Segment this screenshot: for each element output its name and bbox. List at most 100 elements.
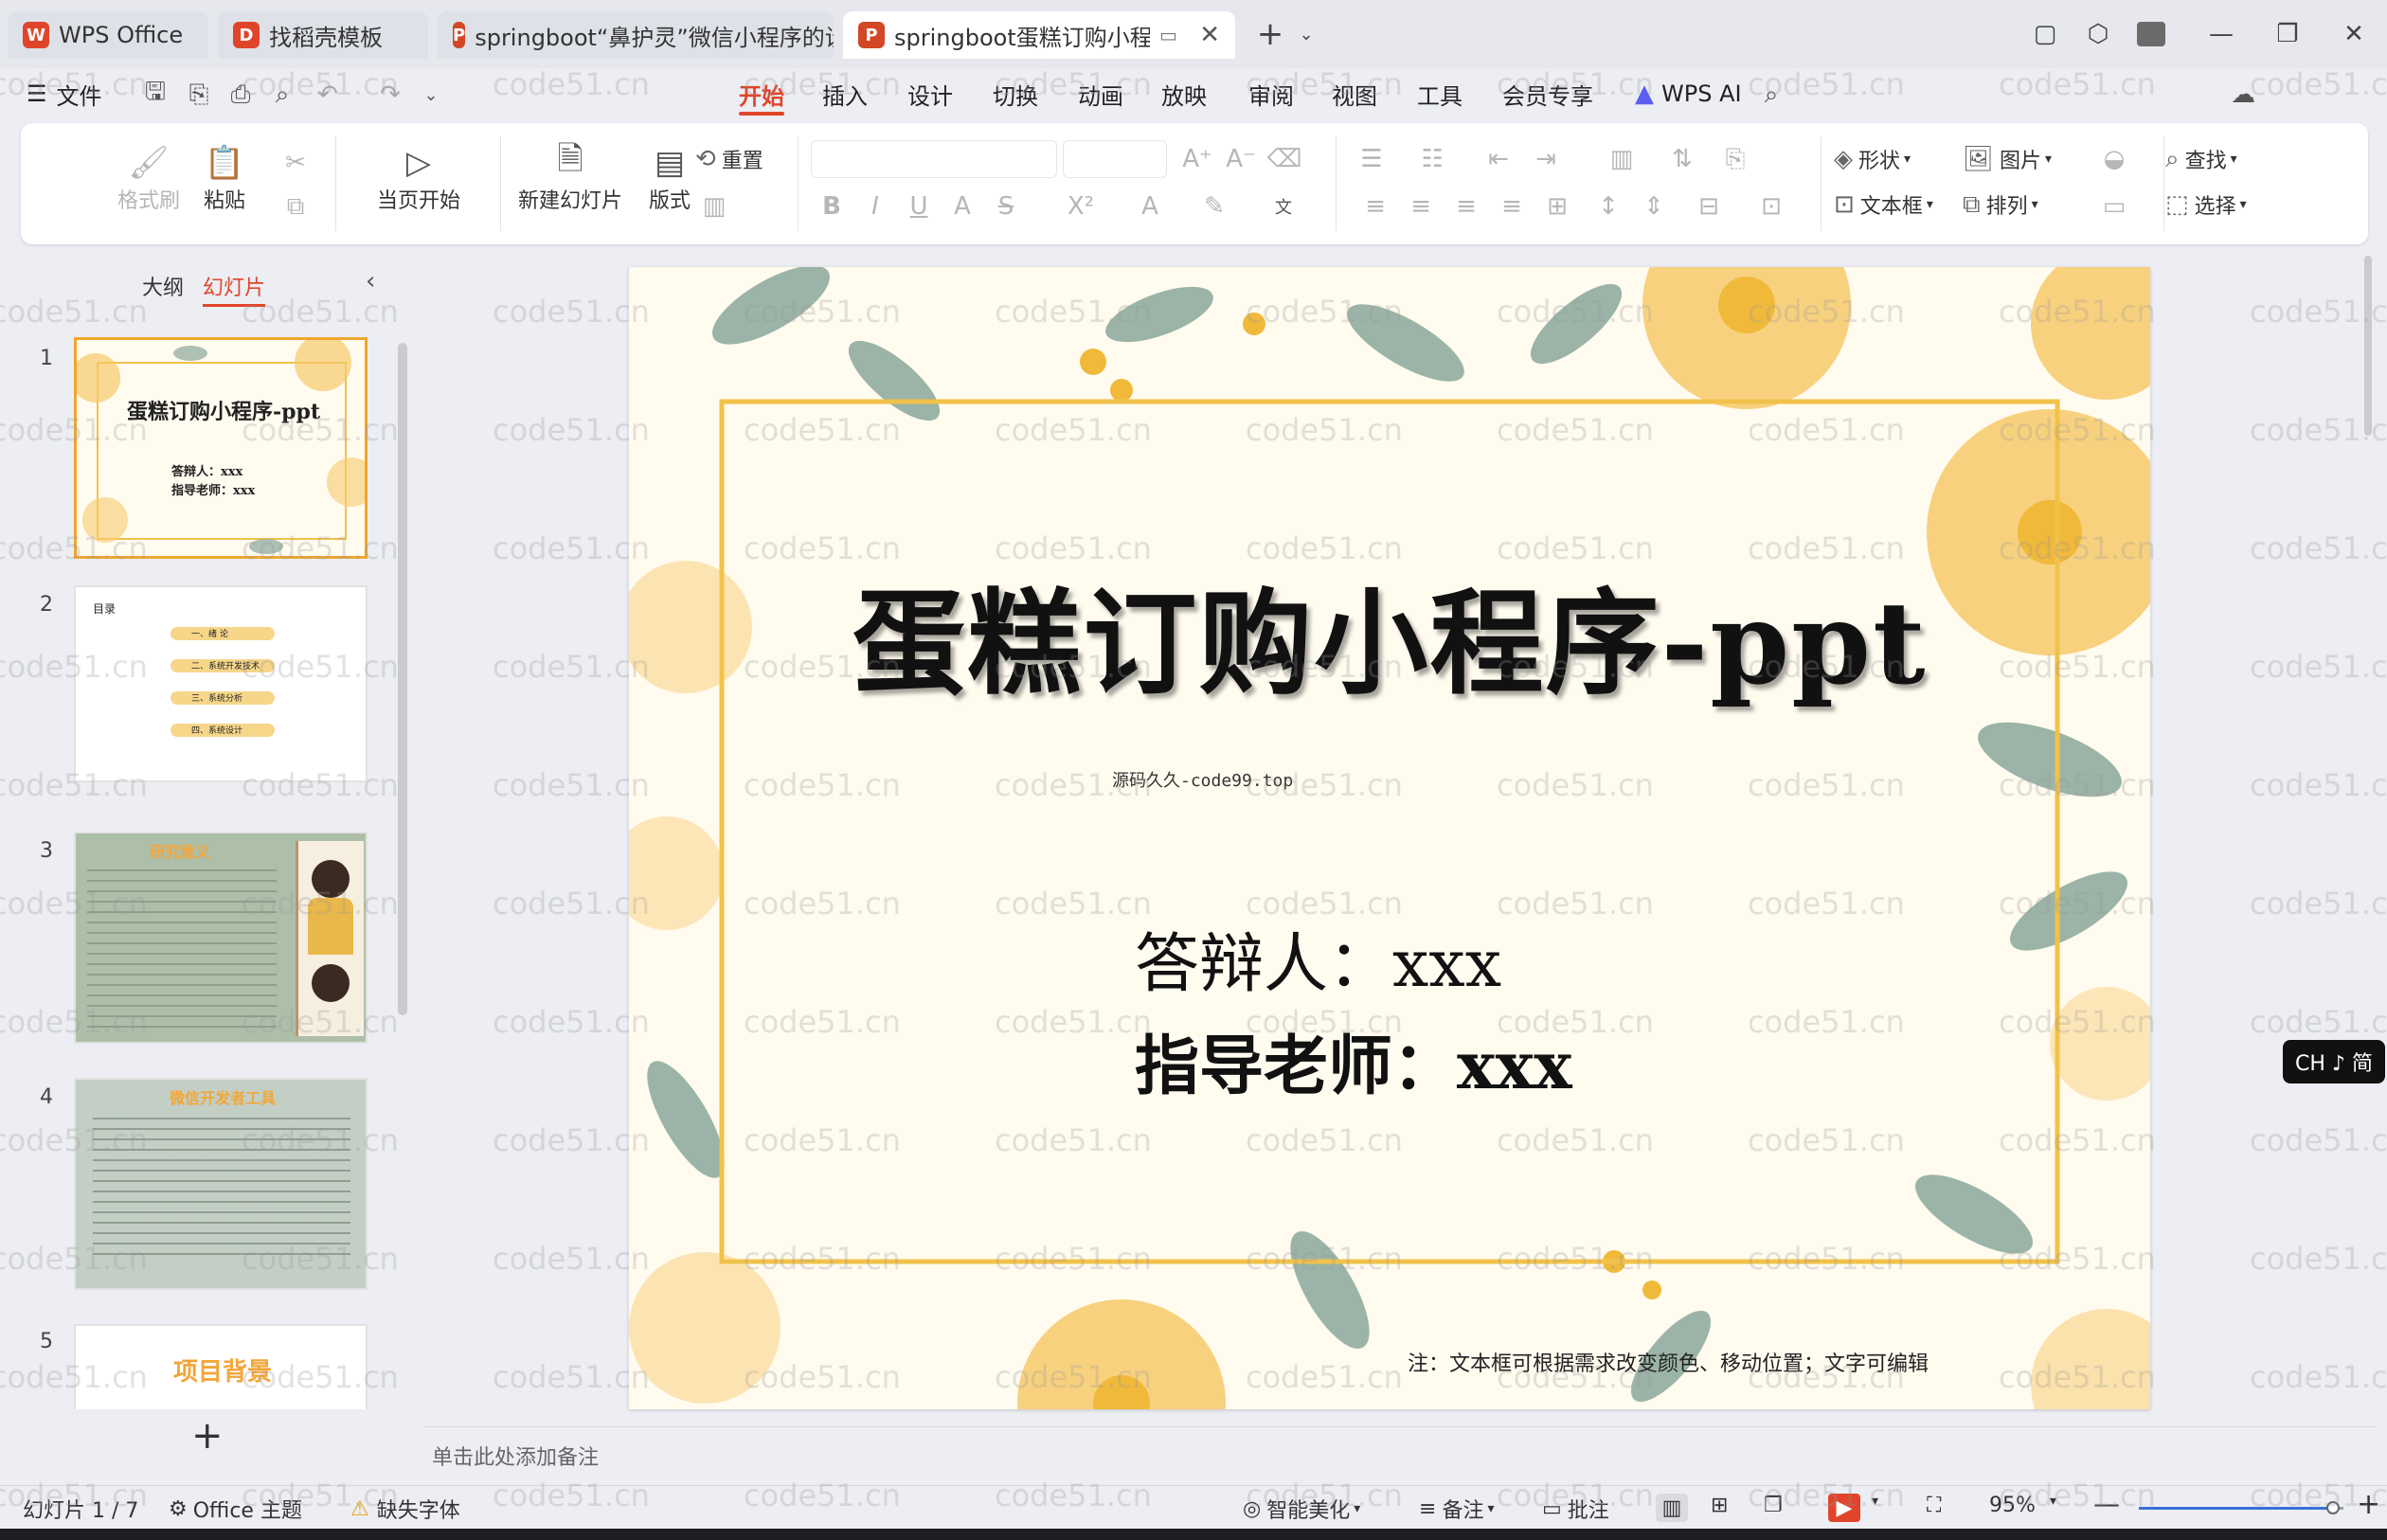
vertical-align-icon[interactable]: ⊟ (1684, 189, 1733, 224)
save-icon[interactable]: 🖫 (138, 76, 172, 114)
cut-icon[interactable]: ✂ (278, 146, 313, 180)
font-name-select[interactable] (811, 140, 1057, 178)
underline-icon[interactable]: U (902, 189, 936, 224)
smart-art-icon[interactable]: ⊡ (1747, 189, 1796, 224)
outdent-icon[interactable]: ⇤ (1480, 142, 1517, 176)
file-menu[interactable]: ☰ 文件 (27, 74, 102, 114)
tab-review[interactable]: 审阅 (1248, 74, 1294, 114)
avatar[interactable] (2129, 13, 2173, 55)
tab-insert[interactable]: 插入 (822, 74, 868, 114)
tab-view[interactable]: 视图 (1332, 74, 1377, 114)
tab-animation[interactable]: 动画 (1078, 74, 1123, 114)
slide-canvas[interactable]: 蛋糕订购小程序-ppt 源码久久-code99.top 答辩人：xxx 指导老师… (629, 267, 2150, 1409)
slide-subtitle[interactable]: 源码久久-code99.top (1112, 767, 1293, 792)
bold-icon[interactable]: B (815, 189, 849, 224)
section-icon[interactable]: ▥ (695, 189, 733, 224)
strikethrough-icon[interactable]: S (989, 189, 1023, 224)
align-right-icon[interactable]: ≡ (1447, 189, 1485, 224)
paragraph-spacing-icon[interactable]: ⇕ (1635, 189, 1673, 224)
tab-home[interactable]: 开始 (739, 74, 784, 116)
select-button[interactable]: ⬚ 选择 ▾ (2165, 189, 2247, 220)
missing-font-indicator[interactable]: ⚠ 缺失字体 (350, 1494, 460, 1524)
outline-icon[interactable]: ▭ (2086, 189, 2143, 224)
redo-icon[interactable]: ↷ (373, 76, 407, 114)
tab-outline[interactable]: 大纲 (142, 271, 184, 301)
zoom-out-icon[interactable]: — (2093, 1488, 2120, 1519)
notes-button[interactable]: ≡ 备注 ▾ (1419, 1494, 1494, 1524)
zoom-in-icon[interactable]: + (2357, 1488, 2380, 1521)
notes-pane[interactable]: 单击此处添加备注 (422, 1426, 2378, 1479)
fit-window-icon[interactable]: ⛶ (1927, 1494, 1941, 1517)
tab-design[interactable]: 设计 (907, 74, 953, 114)
slide-sorter-icon[interactable]: ⊞ (1711, 1494, 1728, 1517)
highlight-icon[interactable]: ✎ (1195, 189, 1233, 224)
undo-icon[interactable]: ↶ (311, 76, 345, 114)
indent-icon[interactable]: ⇥ (1527, 142, 1565, 176)
shadow-icon[interactable]: A (945, 189, 979, 224)
zoom-level[interactable]: 95% (1989, 1494, 2036, 1517)
justify-icon[interactable]: ≡ (1493, 189, 1531, 224)
slide-note-text[interactable]: 注：文本框可根据需求改变颜色、移动位置；文字可编辑 (1408, 1347, 1929, 1377)
align-left-icon[interactable]: ≡ (1356, 189, 1394, 224)
search-icon[interactable]: ⌕ (1754, 76, 1788, 114)
convert-icon[interactable]: ⎘ (1716, 142, 1754, 176)
numbered-list-icon[interactable]: ☷ (1408, 142, 1457, 176)
bullet-list-icon[interactable]: ☰ (1347, 142, 1396, 176)
collapse-panel-icon[interactable]: ‹ (366, 267, 375, 295)
arrange-button[interactable]: ⧉ 排列 ▾ (1963, 189, 2038, 220)
maximize-icon[interactable]: ❐ (2266, 13, 2309, 55)
decrease-font-icon[interactable]: A⁻ (1222, 142, 1260, 176)
column-icon[interactable]: ▥ (1597, 142, 1646, 176)
distribute-icon[interactable]: ⊞ (1538, 189, 1576, 224)
close-icon[interactable]: ✕ (1186, 21, 1220, 49)
beautify-button[interactable]: ◎ 智能美化 ▾ (1243, 1494, 1360, 1524)
italic-icon[interactable]: I (858, 189, 892, 224)
tab-member[interactable]: 会员专享 (1502, 74, 1593, 114)
advisor-text[interactable]: 指导老师：xxx (1135, 1013, 1572, 1107)
superscript-icon[interactable]: X² (1057, 189, 1104, 224)
fill-icon[interactable]: ◒ (2086, 142, 2143, 176)
zoom-chevron-icon[interactable]: ▾ (2050, 1494, 2056, 1509)
text-direction-icon[interactable]: ⇅ (1658, 142, 1707, 176)
increase-font-icon[interactable]: A⁺ (1178, 142, 1216, 176)
picture-button[interactable]: 🖼 图片 ▾ (1963, 144, 2052, 174)
export-icon[interactable]: ⎘ (182, 76, 216, 114)
quick-access-chevron-icon[interactable]: ⌄ (417, 76, 445, 114)
slide-thumb-3[interactable]: 研究意义 (74, 832, 368, 1044)
shape-button[interactable]: ◈ 形状 ▾ (1834, 144, 1911, 174)
clear-format-icon[interactable]: ⌫ (1265, 142, 1303, 176)
slide-title[interactable]: 蛋糕订购小程序-ppt (629, 551, 2150, 716)
tab-doc-1[interactable]: P springboot“鼻护灵”微信小程序的设 (438, 11, 834, 59)
window-close-icon[interactable]: ✕ (2332, 13, 2376, 55)
theme-indicator[interactable]: ⚙ Office 主题 (169, 1494, 302, 1524)
paste-button[interactable]: 📋 粘贴 (203, 142, 246, 214)
phonetic-icon[interactable]: 文 (1262, 189, 1305, 224)
tab-slideshow[interactable]: 放映 (1161, 74, 1207, 114)
normal-view-icon[interactable]: ▥ (1656, 1494, 1688, 1522)
cloud-upload-icon[interactable]: ☁ (2224, 76, 2262, 114)
format-painter-button[interactable]: 🖌 格式刷 (117, 142, 180, 214)
chevron-down-icon[interactable]: ⌄ (1284, 13, 1328, 55)
tab-transition[interactable]: 切换 (993, 74, 1038, 114)
slideshow-play-icon[interactable]: ▶ (1828, 1494, 1860, 1522)
zoom-slider[interactable] (2139, 1501, 2343, 1514)
tab-wps-office[interactable]: W WPS Office (8, 11, 208, 59)
textbox-button[interactable]: ⊡ 文本框 ▾ (1834, 189, 1933, 220)
minimize-icon[interactable]: — (2199, 13, 2243, 55)
print-preview-icon[interactable]: ⌕ (265, 76, 299, 114)
wps-ai-button[interactable]: ▲ WPS AI (1635, 74, 1742, 114)
find-button[interactable]: ⌕ 查找 ▾ (2165, 144, 2237, 174)
slideshow-chevron-icon[interactable]: ▾ (1872, 1494, 1878, 1509)
reading-view-icon[interactable]: ❐ (1764, 1494, 1783, 1517)
tab-slides[interactable]: 幻灯片 (203, 271, 266, 307)
comment-button[interactable]: ▭ 批注 (1542, 1494, 1609, 1524)
font-color-icon[interactable]: A (1131, 189, 1169, 224)
line-spacing-icon[interactable]: ↕ (1589, 189, 1627, 224)
add-slide-icon[interactable]: + (191, 1417, 224, 1455)
slide-thumb-5[interactable]: 项目背景 (74, 1324, 368, 1409)
font-size-select[interactable] (1063, 140, 1167, 178)
presenter-text[interactable]: 答辩人：xxx (1135, 911, 1501, 1005)
slide-thumb-2[interactable]: 目录 一、绪 论 二、系统开发技术 三、系统分析 四、系统设计 (74, 585, 368, 782)
window-layout-icon[interactable]: ▢ (2023, 13, 2067, 55)
editor-scrollbar[interactable] (2364, 256, 2372, 436)
